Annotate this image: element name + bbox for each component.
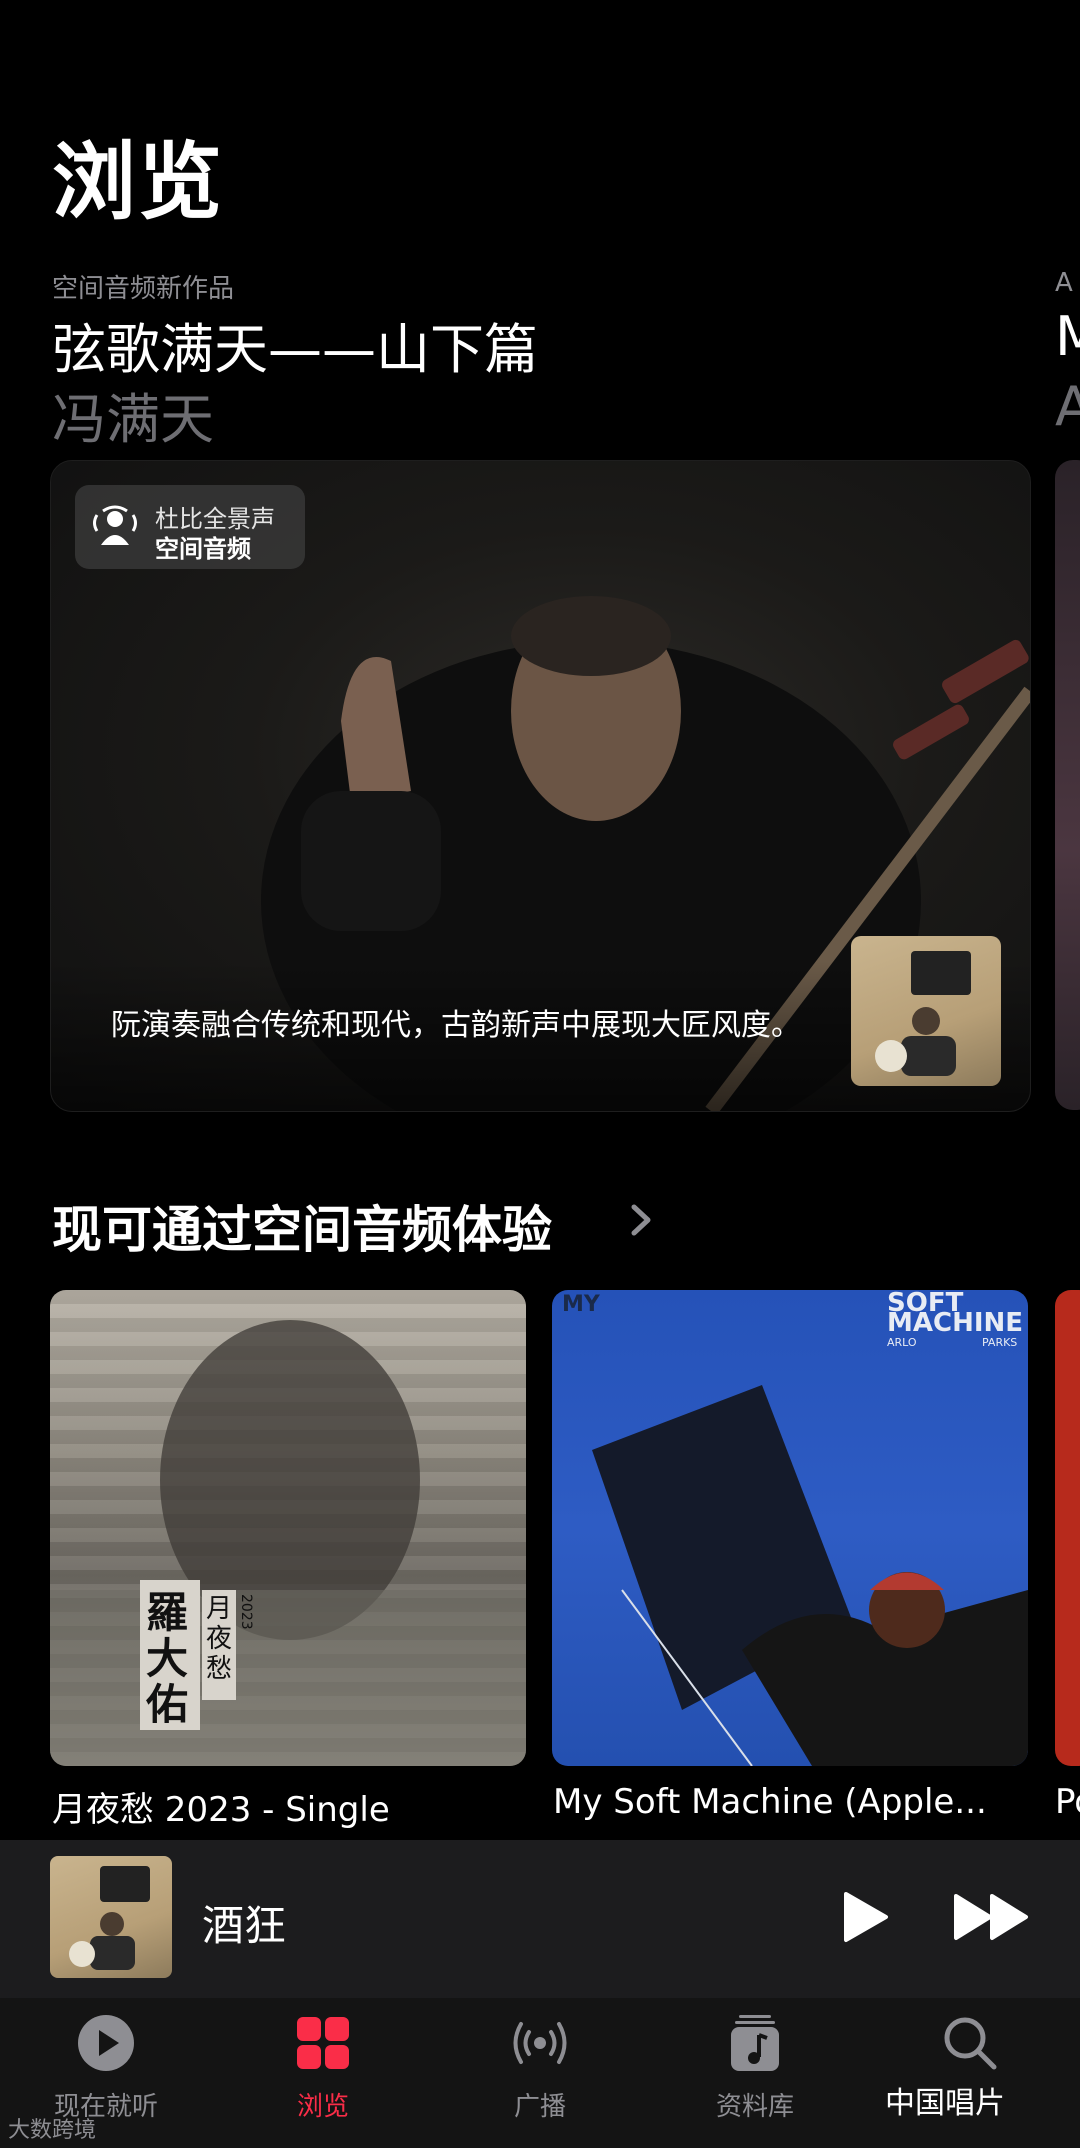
album-1-cover-name: 羅大佑 — [146, 1588, 189, 1729]
next-featured-title[interactable]: M — [1055, 305, 1080, 368]
album-title-1[interactable]: 月夜愁 2023 - Single — [52, 1782, 528, 1831]
album-card-2[interactable]: MY SOFT MACHINE ARLO PARKS — [552, 1290, 1028, 1766]
album-title-2[interactable]: My Soft Machine (Apple... — [553, 1782, 1029, 1822]
featured-caption: 阮演奏融合传统和现代，古韵新声中展现大匠风度。 — [111, 1008, 801, 1043]
tab-label: 浏览 — [296, 2092, 349, 2122]
album-2-cover-arlo: ARLO — [887, 1336, 917, 1349]
tab-library[interactable]: 资料库 — [675, 1998, 835, 2148]
search-icon — [944, 2017, 997, 2070]
tab-radio[interactable]: 广播 — [460, 1998, 620, 2148]
featured-album-thumb[interactable] — [851, 936, 1001, 1086]
badge-line2: 空间音频 — [155, 535, 251, 563]
play-circle-icon — [78, 2015, 134, 2071]
radio-icon — [513, 2022, 567, 2064]
album-2-cover-my: MY — [562, 1292, 600, 1317]
now-playing-art-graphic — [69, 1866, 150, 1970]
spatial-audio-badge: 杜比全景声 空间音频 — [75, 485, 305, 569]
featured-eyebrow: 空间音频新作品 — [52, 274, 235, 304]
watermark-right: 中国唱片 — [885, 2086, 1005, 2121]
album-2-cover-machine: MACHINE — [887, 1308, 1024, 1338]
tab-bar: 现在就听 浏览 广播 资料库 — [0, 1998, 1080, 2148]
album-2-cover-parks: PARKS — [982, 1336, 1018, 1349]
featured-title[interactable]: 弦歌满天——山下篇 — [52, 305, 538, 384]
watermark-left: 大数跨境 — [8, 2118, 97, 2143]
album-card-1[interactable]: 羅大佑 月夜愁 2023 — [50, 1290, 526, 1766]
now-playing-title[interactable]: 酒狂 — [202, 1892, 286, 1953]
library-icon — [731, 2015, 779, 2071]
now-playing-artwork[interactable] — [50, 1856, 172, 1978]
tab-search[interactable]: 搜索 — [890, 1998, 1050, 2148]
chevron-right-icon[interactable] — [622, 1195, 662, 1245]
page-title: 浏览 — [52, 133, 225, 231]
next-featured-sub: A — [1055, 375, 1080, 438]
album-1-cover-year: 2023 — [238, 1594, 254, 1630]
next-featured-eyebrow: A — [1055, 268, 1073, 298]
featured-artist[interactable]: 冯满天 — [52, 375, 214, 454]
next-featured-card[interactable] — [1055, 460, 1080, 1110]
fast-forward-icon[interactable] — [952, 1890, 1032, 1944]
featured-card[interactable]: 杜比全景声 空间音频 阮演奏融合传统和现代，古韵新声中展现大匠风度。 — [50, 460, 1031, 1112]
tab-browse[interactable]: 浏览 — [243, 1998, 403, 2148]
album-card-3[interactable] — [1055, 1290, 1080, 1766]
album-2-art — [592, 1385, 1028, 1766]
tab-label: 广播 — [513, 2092, 566, 2122]
album-art-graphic — [875, 951, 971, 1076]
play-icon[interactable] — [838, 1890, 892, 1944]
album-1-art — [50, 1320, 526, 1766]
mini-player[interactable]: 酒狂 — [0, 1840, 1080, 1998]
album-title-3[interactable]: Po — [1055, 1782, 1080, 1822]
tab-label: 资料库 — [715, 2092, 794, 2122]
dolby-atmos-icon — [93, 505, 137, 545]
album-1-cover-sub: 月夜愁 — [206, 1594, 233, 1684]
section-title[interactable]: 现可通过空间音频体验 — [52, 1190, 552, 1262]
grid-icon — [297, 2017, 349, 2069]
